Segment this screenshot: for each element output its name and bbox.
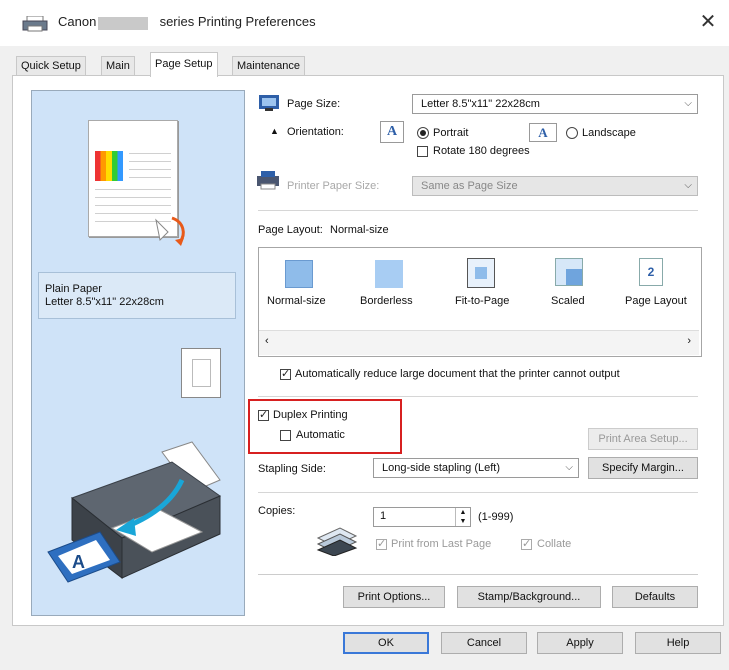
redacted-model-name xyxy=(98,17,148,30)
normal-size-icon[interactable] xyxy=(285,260,313,288)
copies-label: Copies: xyxy=(258,505,296,517)
automatic-checkbox[interactable] xyxy=(280,430,291,441)
media-type-text: Plain Paper xyxy=(45,283,102,295)
printer-paper-size-label: Printer Paper Size: xyxy=(287,180,380,192)
portrait-preview-icon: A xyxy=(380,121,404,143)
chevron-down-icon: ⌵ xyxy=(565,462,573,473)
landscape-label: Landscape xyxy=(582,127,636,139)
duplex-printing-label: Duplex Printing xyxy=(273,409,348,421)
rotate-180-label: Rotate 180 degrees xyxy=(433,145,530,157)
ok-button[interactable]: OK xyxy=(343,632,429,654)
duplex-flip-arrow-icon xyxy=(155,216,185,246)
divider xyxy=(258,210,698,211)
printer-paper-size-icon xyxy=(257,171,279,190)
print-options-button[interactable]: Print Options... xyxy=(343,586,445,608)
copies-stack-icon xyxy=(316,527,358,556)
layout-option-normal-size[interactable]: Normal-size xyxy=(267,295,326,307)
scroll-right-icon[interactable]: › xyxy=(687,335,691,347)
page-layout-label: Page Layout: xyxy=(258,224,323,236)
layout-option-borderless[interactable]: Borderless xyxy=(360,295,413,307)
window-title-prefix: Canon xyxy=(58,14,97,29)
stamp-background-button[interactable]: Stamp/Background... xyxy=(457,586,601,608)
printer-icon xyxy=(22,16,48,32)
fit-to-page-icon[interactable] xyxy=(467,258,495,288)
close-icon[interactable]: ✕ xyxy=(694,8,722,36)
collate-label: Collate xyxy=(537,538,572,550)
cancel-button[interactable]: Cancel xyxy=(441,632,527,654)
tab-page-setup[interactable]: Page Setup xyxy=(150,52,218,77)
portrait-radio[interactable] xyxy=(417,127,429,139)
stapling-side-value: Long-side stapling (Left) xyxy=(382,462,501,474)
printer-paper-size-select[interactable]: Same as Page Size ⌵ xyxy=(412,176,698,196)
copies-value: 1 xyxy=(380,510,387,522)
orientation-label: Orientation: xyxy=(287,126,344,138)
printer-illustration-icon: A xyxy=(47,441,222,583)
collate-checkbox[interactable] xyxy=(521,537,532,550)
automatic-label: Automatic xyxy=(296,429,345,441)
window-title: Canon series Printing Preferences xyxy=(58,14,316,29)
layout-option-scaled[interactable]: Scaled xyxy=(551,295,585,307)
chevron-down-icon: ⌵ xyxy=(684,180,692,191)
page-size-value: Letter 8.5"x11" 22x28cm xyxy=(421,98,540,110)
tab-maintenance[interactable]: Maintenance xyxy=(232,56,305,76)
page-size-select[interactable]: Letter 8.5"x11" 22x28cm ⌵ xyxy=(412,94,698,114)
layout-horizontal-scrollbar[interactable]: ‹ › xyxy=(259,330,699,355)
borderless-icon[interactable] xyxy=(375,260,403,288)
scroll-left-icon[interactable]: ‹ xyxy=(265,335,269,347)
stapling-side-label: Stapling Side: xyxy=(258,463,326,475)
page-layout-icon[interactable]: 2 xyxy=(639,258,663,286)
layout-option-page-layout[interactable]: Page Layout xyxy=(625,295,687,307)
defaults-button[interactable]: Defaults xyxy=(612,586,698,608)
tab-main[interactable]: Main xyxy=(101,56,135,76)
page-layout-current: Normal-size xyxy=(330,224,389,236)
print-area-setup-button[interactable]: Print Area Setup... xyxy=(588,428,698,450)
auto-reduce-checkbox[interactable] xyxy=(280,367,291,380)
paper-size-text: Letter 8.5"x11" 22x28cm xyxy=(45,296,164,308)
divider xyxy=(258,396,698,397)
help-button[interactable]: Help xyxy=(635,632,721,654)
landscape-radio[interactable] xyxy=(566,127,578,139)
divider xyxy=(258,574,698,575)
duplex-highlight-frame xyxy=(248,399,402,454)
copies-range: (1-999) xyxy=(478,511,514,523)
page-size-label: Page Size: xyxy=(287,98,341,110)
sheet-icon xyxy=(181,348,221,398)
chevron-down-icon: ⌵ xyxy=(684,98,692,109)
printer-paper-size-value: Same as Page Size xyxy=(421,180,518,192)
landscape-preview-icon: A xyxy=(529,123,557,142)
rotate-180-checkbox[interactable] xyxy=(417,146,428,157)
divider xyxy=(258,492,698,493)
specify-margin-button[interactable]: Specify Margin... xyxy=(588,457,698,479)
copies-spinbox[interactable]: 1 ▲ ▼ xyxy=(373,507,471,527)
auto-reduce-label: Automatically reduce large document that… xyxy=(295,368,620,380)
spin-arrows-icon[interactable]: ▲ ▼ xyxy=(455,508,470,526)
apply-button[interactable]: Apply xyxy=(537,632,623,654)
layout-option-fit-to-page[interactable]: Fit-to-Page xyxy=(455,295,509,307)
stapling-side-select[interactable]: Long-side stapling (Left) ⌵ xyxy=(373,458,579,478)
print-from-last-page-checkbox[interactable] xyxy=(376,537,387,550)
duplex-printing-checkbox[interactable] xyxy=(258,408,269,421)
tab-quick-setup[interactable]: Quick Setup xyxy=(16,56,86,76)
svg-text:A: A xyxy=(72,552,85,572)
orientation-bullet-icon: ▲ xyxy=(270,126,279,136)
portrait-label: Portrait xyxy=(433,127,469,139)
print-from-last-page-label: Print from Last Page xyxy=(391,538,492,550)
scaled-icon[interactable] xyxy=(555,258,583,286)
window-title-suffix: series Printing Preferences xyxy=(159,14,316,29)
page-size-icon xyxy=(259,95,279,111)
